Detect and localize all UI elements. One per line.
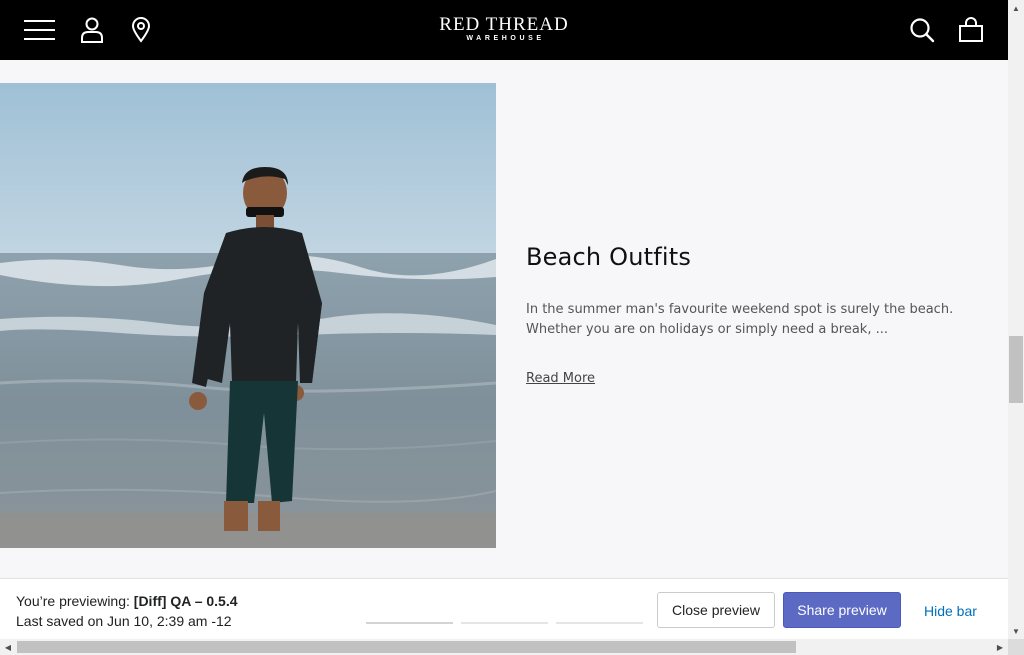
- article-title[interactable]: Beach Outfits: [526, 240, 976, 274]
- vertical-scrollbar[interactable]: [1008, 0, 1024, 639]
- scroll-up-arrow-icon[interactable]: ▲: [1008, 0, 1024, 16]
- site-logo[interactable]: RED THREAD WAREHOUSE: [0, 15, 1008, 43]
- read-more-link[interactable]: Read More: [526, 371, 595, 386]
- scrollbar-corner: [1008, 639, 1024, 655]
- progress-segment: [461, 622, 548, 624]
- scroll-right-arrow-icon[interactable]: ▶: [992, 639, 1008, 655]
- vertical-scrollbar-thumb[interactable]: [1009, 336, 1023, 403]
- close-preview-button[interactable]: Close preview: [657, 592, 775, 628]
- article-excerpt: In the summer man's favourite weekend sp…: [526, 302, 954, 337]
- page-viewport: RED THREAD WAREHOUSE Beach Outfits In th…: [0, 0, 1008, 639]
- theme-preview-bar: You’re previewing: [Diff] QA – 0.5.4 Las…: [0, 578, 1008, 639]
- last-saved-text: Last saved on Jun 10, 2:39 am -12: [16, 613, 232, 629]
- progress-segment: [366, 622, 453, 624]
- scroll-down-arrow-icon[interactable]: ▼: [1008, 623, 1024, 639]
- cart-icon[interactable]: [955, 14, 987, 46]
- progress-segment: [556, 622, 643, 624]
- site-header: RED THREAD WAREHOUSE: [0, 0, 1008, 60]
- horizontal-scrollbar-thumb[interactable]: [17, 641, 796, 653]
- theme-name: [Diff] QA – 0.5.4: [133, 593, 238, 609]
- search-icon[interactable]: [906, 14, 938, 46]
- hide-bar-link[interactable]: Hide bar: [924, 603, 977, 619]
- share-preview-button[interactable]: Share preview: [783, 592, 901, 628]
- logo-main-text: RED THREAD: [439, 14, 569, 35]
- scroll-left-arrow-icon[interactable]: ◀: [0, 639, 16, 655]
- article-content: Beach Outfits In the summer man's favour…: [526, 240, 976, 387]
- previewing-text: You’re previewing: [Diff] QA – 0.5.4: [16, 593, 238, 609]
- previewing-label: You’re previewing:: [16, 593, 130, 609]
- logo-sub-text: WAREHOUSE: [466, 35, 545, 42]
- article-image[interactable]: [0, 83, 496, 548]
